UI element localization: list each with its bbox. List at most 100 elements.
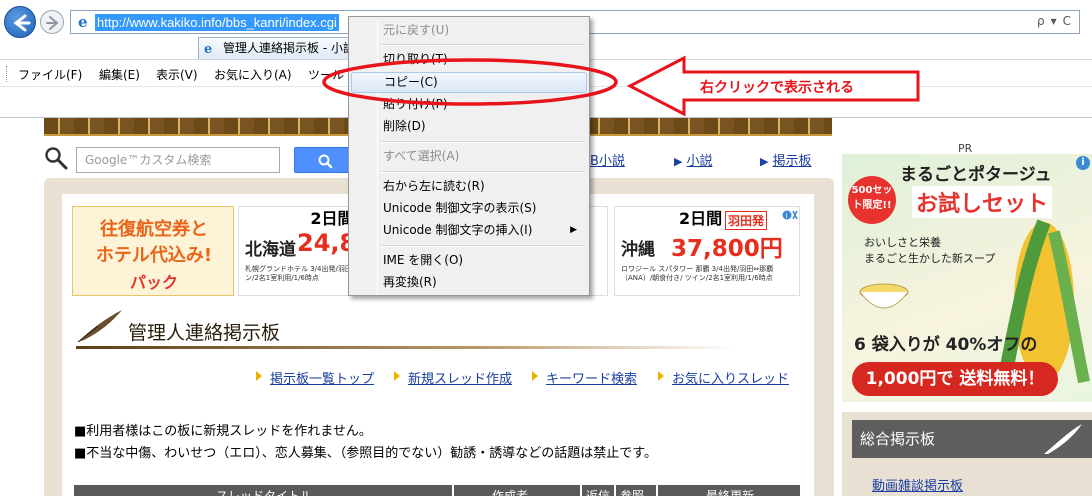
triangle-icon: ▶ bbox=[674, 155, 683, 168]
menu-file[interactable]: ファイル(F) bbox=[18, 66, 82, 83]
column-header-author[interactable]: 作成者 bbox=[492, 487, 528, 496]
ad-badge-text: 羽田発 bbox=[728, 214, 765, 228]
menu-item-rtl-reading[interactable]: 右から左に読む(R) bbox=[351, 176, 587, 197]
tab-title: 管理人連絡掲示板 - 小説 bbox=[223, 41, 350, 55]
top-link-label: 小説 bbox=[686, 154, 713, 169]
search-icon bbox=[318, 154, 333, 169]
ad-cta-button[interactable]: 1,000円で 送料無料！ bbox=[852, 362, 1058, 396]
notice-text: ■利用者様はこの板に新規スレッドを作れません。 bbox=[74, 424, 372, 439]
column-divider bbox=[614, 485, 616, 496]
menu-item-show-unicode[interactable]: Unicode 制御文字の表示(S) bbox=[351, 198, 587, 219]
svg-text:e: e bbox=[78, 14, 88, 30]
column-header-replies[interactable]: 返信 bbox=[586, 487, 610, 496]
link-keyword-search[interactable]: キーワード検索 bbox=[546, 368, 637, 387]
back-arrow-icon bbox=[13, 14, 31, 32]
menu-edit[interactable]: 編集(E) bbox=[99, 66, 140, 83]
context-menu: 元に戻す(U) 切り取り(T) コピー(C) 貼り付け(P) 削除(D) すべて… bbox=[348, 16, 590, 296]
travel-ad-banner[interactable]: 往復航空券と ホテル代込み! パック bbox=[72, 206, 234, 296]
info-icon[interactable]: i bbox=[1076, 156, 1090, 170]
top-link-label: B小説 bbox=[590, 154, 625, 169]
link-board-list-top[interactable]: 掲示板一覧トップ bbox=[270, 368, 374, 387]
travel-ad-okinawa[interactable]: 2日間 羽田発 沖縄 37,800円 ロワジール スパタワー 那覇 3/4出発/… bbox=[614, 206, 800, 296]
tab-favicon-icon: e bbox=[204, 42, 212, 55]
menu-separator bbox=[381, 141, 585, 143]
menu-item-cut[interactable]: 切り取り(T) bbox=[351, 49, 587, 70]
submenu-arrow-icon: ▶ bbox=[570, 225, 577, 235]
ad-destination: 北海道 bbox=[245, 240, 296, 260]
menu-item-delete[interactable]: 削除(D) bbox=[351, 116, 587, 137]
search-button[interactable] bbox=[294, 147, 354, 173]
dropdown-icon[interactable]: ▾ bbox=[1051, 14, 1057, 28]
menu-view[interactable]: 表示(V) bbox=[156, 66, 198, 83]
sidebar-link-video-chat[interactable]: 動画雑談掲示板 bbox=[872, 475, 963, 494]
adchoices-icon[interactable]: i bbox=[782, 208, 798, 222]
quill-icon bbox=[77, 310, 122, 343]
ad-offer: 6 袋入りが 40%オフの bbox=[854, 335, 1038, 355]
annotation-label: 右クリックで表示される bbox=[700, 80, 854, 96]
notice-text: ■不当な中傷、わいせつ（エロ）、恋人募集、（参照目的でない）勧誘・誘導などの話題… bbox=[74, 446, 657, 461]
ad-badge: 羽田発 bbox=[725, 211, 768, 230]
menu-item-label: Unicode 制御文字の挿入(I) bbox=[383, 223, 533, 237]
site-search-input[interactable]: Google™カスタム検索 bbox=[76, 147, 280, 173]
svg-text:i: i bbox=[786, 212, 788, 220]
title-underline bbox=[76, 346, 736, 349]
column-header-last-updated[interactable]: 最終更新 bbox=[706, 487, 754, 496]
link-favorite-threads[interactable]: お気に入りスレッド bbox=[672, 368, 789, 387]
potage-ad[interactable]: 500セット限定!! まるごとポタージュ お試しセット おいしさと栄養 まるごと… bbox=[842, 154, 1092, 402]
column-divider bbox=[452, 485, 454, 496]
ad-headline: まるごとポタージュ bbox=[900, 165, 1052, 185]
browser-tab[interactable]: e 管理人連絡掲示板 - 小説 bbox=[198, 37, 350, 59]
menu-favorites[interactable]: お気に入り(A) bbox=[214, 66, 292, 83]
page-title: 管理人連絡掲示板 bbox=[128, 322, 281, 344]
menu-item-paste[interactable]: 貼り付け(P) bbox=[351, 94, 587, 115]
ie-logo-icon: e bbox=[78, 14, 88, 30]
column-divider bbox=[580, 485, 582, 496]
top-link-label: 掲示板 bbox=[772, 154, 812, 169]
arrow-right-icon bbox=[532, 371, 538, 381]
quill-icon bbox=[1044, 424, 1082, 454]
menu-separator bbox=[381, 171, 585, 173]
ad-note: ロワジール スパタワー 那覇 3/4出発/羽田⇔那覇（ANA）/朝食付き/ ツイ… bbox=[621, 265, 774, 282]
ad-subtext: まるごと生かした新スープ bbox=[864, 252, 996, 265]
ad-text: 往復航空券と bbox=[100, 219, 208, 240]
menu-separator bbox=[381, 245, 585, 247]
thread-table-header: スレッドタイトル 作成者 返信 参照 最終更新 bbox=[74, 485, 800, 496]
limited-badge: 500セット限定!! bbox=[848, 176, 896, 224]
menu-item-select-all[interactable]: すべて選択(A) bbox=[351, 146, 587, 167]
limited-badge-text: 500セット限定!! bbox=[851, 185, 893, 211]
ad-text: ホテル代込み! bbox=[95, 245, 213, 266]
menu-item-open-ime[interactable]: IME を開く(O) bbox=[351, 250, 587, 271]
search-dropdown-icon[interactable]: ρ bbox=[1037, 14, 1045, 28]
arrow-right-icon bbox=[658, 371, 664, 381]
menu-item-insert-unicode[interactable]: Unicode 制御文字の挿入(I) ▶ bbox=[351, 220, 587, 241]
column-header-views[interactable]: 参照 bbox=[620, 487, 644, 496]
url-text[interactable]: http://www.kakiko.info/bbs_kanri/index.c… bbox=[95, 14, 339, 31]
triangle-icon: ▶ bbox=[760, 155, 769, 168]
refresh-icon[interactable]: C bbox=[1063, 14, 1071, 28]
menu-item-copy[interactable]: コピー(C) bbox=[351, 72, 587, 93]
top-link-novel[interactable]: ▶ 小説 bbox=[674, 150, 712, 169]
link-new-thread[interactable]: 新規スレッド作成 bbox=[408, 368, 512, 387]
column-header-title[interactable]: スレッドタイトル bbox=[216, 487, 312, 496]
menu-separator bbox=[381, 44, 585, 46]
ad-destination: 沖縄 bbox=[621, 240, 655, 260]
column-divider bbox=[656, 485, 658, 496]
forward-arrow-icon bbox=[46, 16, 59, 30]
ad-subtext: おいしさと栄養 bbox=[864, 236, 941, 249]
arrow-right-icon bbox=[256, 371, 262, 381]
ad-text: パック bbox=[129, 273, 178, 292]
magnifier-icon bbox=[45, 147, 68, 170]
menu-item-reconvert[interactable]: 再変換(R) bbox=[351, 272, 587, 293]
toolbar-grip bbox=[6, 66, 9, 82]
forward-button[interactable] bbox=[40, 10, 64, 34]
svg-text:e: e bbox=[204, 42, 212, 55]
arrow-right-icon bbox=[394, 371, 400, 381]
soup-bowl-icon bbox=[859, 283, 909, 309]
menu-item-undo[interactable]: 元に戻す(U) bbox=[351, 20, 587, 41]
back-button[interactable] bbox=[4, 6, 36, 38]
ad-price: 37,800円 bbox=[671, 236, 783, 262]
ad-duration: 2日間 bbox=[679, 209, 723, 228]
top-link-b-novel[interactable]: B小説 bbox=[590, 150, 625, 169]
top-link-board[interactable]: ▶ 掲示板 bbox=[760, 150, 811, 169]
menu-tools[interactable]: ツール bbox=[308, 66, 344, 83]
